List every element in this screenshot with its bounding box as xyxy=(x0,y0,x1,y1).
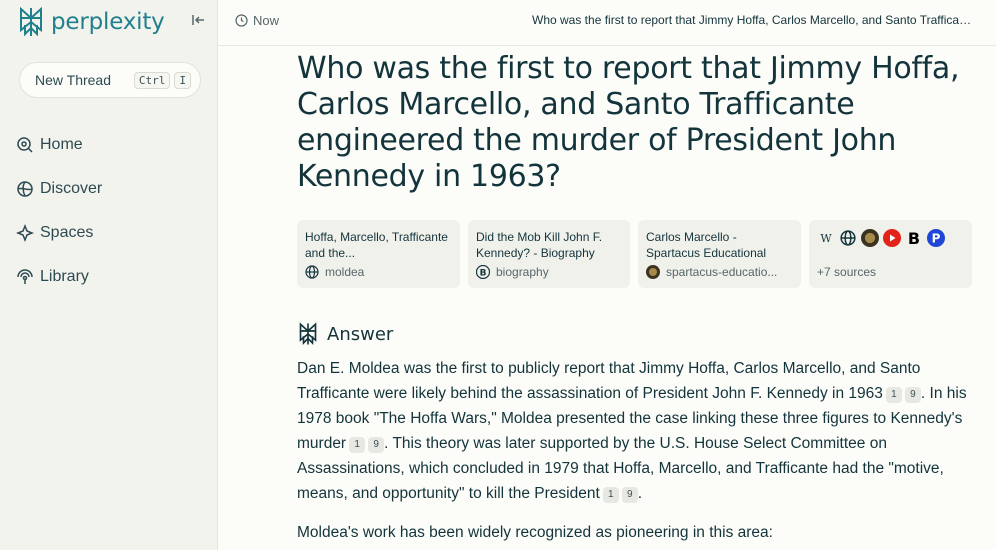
citation-badge[interactable]: 1 xyxy=(885,387,902,403)
p-logo-icon: P xyxy=(927,229,945,247)
shortcut-hint: Ctrl I xyxy=(130,72,191,89)
source-title: Did the Mob Kill John F. Kennedy? - Biog… xyxy=(476,230,603,260)
biography-favicon-icon: B xyxy=(476,265,490,279)
kbd-i: I xyxy=(174,72,191,89)
source-site: moldea xyxy=(305,265,364,279)
citation-badge[interactable]: 1 xyxy=(602,487,619,503)
answer-text: . xyxy=(637,485,643,502)
sidebar-item-label: Spaces xyxy=(40,224,94,241)
kbd-ctrl: Ctrl xyxy=(133,72,171,89)
spartacus-favicon-icon xyxy=(861,229,879,247)
brand[interactable]: perplexity xyxy=(17,6,165,38)
spaces-icon xyxy=(16,224,34,242)
source-title: Carlos Marcello - Spartacus Educational xyxy=(646,230,767,260)
more-sources-card[interactable]: W B P +7 sources xyxy=(809,220,972,288)
youtube-icon xyxy=(883,229,901,247)
source-card[interactable]: Carlos Marcello - Spartacus Educational … xyxy=(638,220,801,288)
thread-title: Who was the first to report that Jimmy H… xyxy=(532,13,972,27)
library-icon xyxy=(17,269,33,284)
more-sources-count: +7 sources xyxy=(817,265,877,279)
source-card[interactable]: Did the Mob Kill John F. Kennedy? - Biog… xyxy=(468,220,630,288)
source-title: Hoffa, Marcello, Trafficante and the... xyxy=(305,230,448,260)
biography-b-icon: B xyxy=(907,228,921,248)
citation-badge[interactable]: 9 xyxy=(368,437,385,453)
sidebar-nav: Home Discover Spaces Library xyxy=(16,123,102,299)
sidebar-item-discover[interactable]: Discover xyxy=(16,167,102,211)
home-icon xyxy=(17,137,33,153)
answer-paragraph: Dan E. Moldea was the first to publicly … xyxy=(297,356,977,506)
sidebar-item-label: Library xyxy=(40,268,89,285)
spartacus-favicon-icon xyxy=(646,265,660,279)
sidebar-item-spaces[interactable]: Spaces xyxy=(16,211,102,255)
brand-name: perplexity xyxy=(51,9,165,35)
source-favicons: W B P xyxy=(817,228,964,248)
sources-row: Hoffa, Marcello, Trafficante and the... … xyxy=(297,220,973,288)
citation-badge[interactable]: 9 xyxy=(621,487,638,503)
clock-icon xyxy=(235,14,248,27)
answer-paragraph-2: Moldea's work has been widely recognized… xyxy=(297,524,773,541)
new-thread-label: New Thread xyxy=(35,72,112,88)
svg-text:P: P xyxy=(932,232,941,246)
source-site: spartacus-educatio... xyxy=(646,265,777,279)
perplexity-logo-icon xyxy=(299,322,317,345)
source-site-name: spartacus-educatio... xyxy=(666,265,778,279)
new-thread-button[interactable]: New Thread Ctrl I xyxy=(19,62,201,98)
source-site: B biography xyxy=(476,265,549,279)
source-site-name: biography xyxy=(496,265,549,279)
question-heading: Who was the first to report that Jimmy H… xyxy=(297,51,960,194)
top-bar: Now Who was the first to report that Jim… xyxy=(218,0,996,46)
answer-text: Dan E. Moldea was the first to publicly … xyxy=(297,360,921,402)
sidebar-item-library[interactable]: Library xyxy=(16,255,102,299)
source-site-name: moldea xyxy=(325,265,365,279)
answer-text: . This theory was later supported by the… xyxy=(297,435,944,502)
collapse-icon xyxy=(192,15,204,25)
answer-heading: Answer xyxy=(327,323,394,345)
collapse-sidebar-button[interactable] xyxy=(186,10,210,30)
perplexity-logo-icon xyxy=(20,6,42,37)
globe-icon xyxy=(305,265,319,279)
sidebar-item-home[interactable]: Home xyxy=(16,123,102,167)
globe-icon xyxy=(17,181,33,197)
globe-icon xyxy=(839,229,857,247)
citation-badge[interactable]: 1 xyxy=(349,437,366,453)
answer-header: Answer xyxy=(297,322,393,346)
thread-main: Who was the first to report that Jimmy H… xyxy=(297,50,977,541)
citation-badge[interactable]: 9 xyxy=(904,387,921,403)
timestamp: Now xyxy=(235,13,279,28)
svg-text:B: B xyxy=(480,269,487,279)
source-card[interactable]: Hoffa, Marcello, Trafficante and the... … xyxy=(297,220,460,288)
sidebar: perplexity New Thread Ctrl I Home Discov… xyxy=(0,0,218,550)
timestamp-label: Now xyxy=(253,13,280,28)
wikipedia-icon: W xyxy=(820,231,832,245)
sidebar-item-label: Home xyxy=(40,136,83,153)
sidebar-item-label: Discover xyxy=(40,180,103,197)
